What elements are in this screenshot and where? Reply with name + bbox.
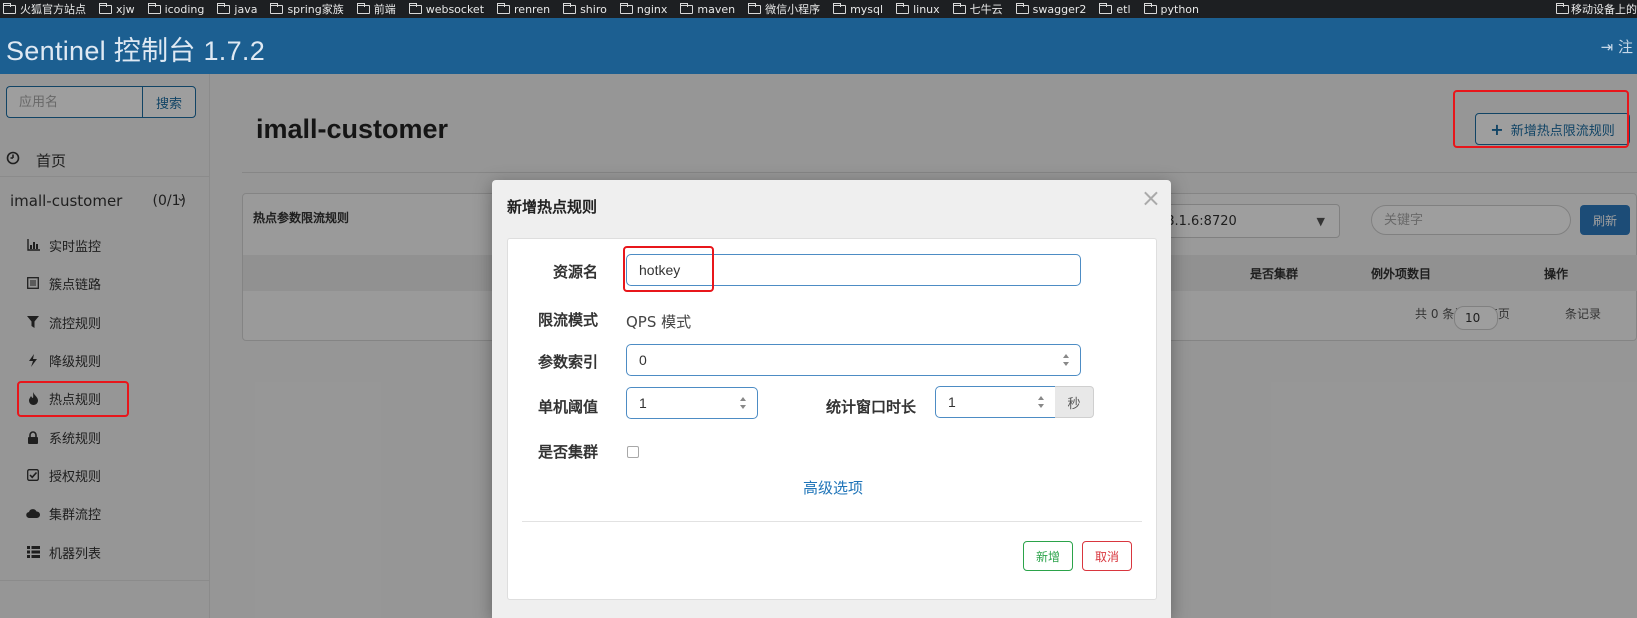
folder-icon xyxy=(270,2,284,14)
folder-icon xyxy=(1099,2,1113,14)
bookmark-item[interactable]: nginx xyxy=(619,2,667,16)
bookmark-item[interactable]: shiro xyxy=(563,2,607,16)
annotation-highlight xyxy=(623,246,714,292)
resource-name-label: 资源名 xyxy=(552,263,598,281)
bookmark-item[interactable]: spring家族 xyxy=(270,1,344,17)
bookmark-item[interactable]: 七牛云 xyxy=(952,1,1003,17)
dialog-form: 资源名 hotkey 限流模式 QPS 模式 参数索引 0 单机阈值 1 统计窗… xyxy=(507,238,1157,600)
window-duration-label: 统计窗口时长 xyxy=(825,398,916,416)
add-hotspot-rule-dialog: 新增热点规则 × 资源名 hotkey 限流模式 QPS 模式 参数索引 0 单… xyxy=(492,180,1171,618)
window-duration-input[interactable]: 1 xyxy=(935,386,1056,418)
folder-icon xyxy=(563,2,577,14)
advanced-options-link[interactable]: 高级选项 xyxy=(508,477,1158,498)
folder-icon xyxy=(1556,2,1569,14)
brand-title[interactable]: Sentinel 控制台 1.7.2 xyxy=(6,29,265,68)
dialog-title: 新增热点规则 xyxy=(507,198,598,216)
close-icon[interactable]: × xyxy=(1141,186,1161,210)
bookmark-item[interactable]: websocket xyxy=(408,2,484,16)
add-button[interactable]: 新增 xyxy=(1023,541,1073,571)
spinner-icon[interactable] xyxy=(1037,395,1045,409)
folder-icon xyxy=(619,2,633,14)
spinner-icon[interactable] xyxy=(1062,353,1070,367)
folder-icon xyxy=(147,2,161,14)
bookmark-item[interactable]: 微信小程序 xyxy=(748,1,820,17)
param-index-label: 参数索引 xyxy=(537,353,598,371)
folder-icon xyxy=(896,2,910,14)
cancel-button[interactable]: 取消 xyxy=(1082,541,1132,571)
folder-icon xyxy=(748,2,762,14)
folder-icon xyxy=(217,2,231,14)
bookmark-item[interactable]: linux xyxy=(896,2,940,16)
folder-icon xyxy=(497,2,511,14)
bookmark-item[interactable]: etl xyxy=(1099,2,1131,16)
bookmark-item[interactable]: swagger2 xyxy=(1015,2,1086,16)
param-index-input[interactable]: 0 xyxy=(626,344,1081,376)
folder-icon xyxy=(99,2,112,14)
dialog-divider xyxy=(522,521,1142,522)
bookmark-item[interactable]: renren xyxy=(497,2,550,16)
folder-icon xyxy=(833,2,847,14)
app-header: Sentinel 控制台 1.7.2 ⇥ 注 xyxy=(0,18,1637,74)
logout-link[interactable]: ⇥ 注 xyxy=(1601,36,1633,57)
folder-icon xyxy=(3,2,16,14)
mobile-bookmarks[interactable]: 移动设备上的 xyxy=(1556,0,1637,18)
threshold-label: 单机阈值 xyxy=(537,398,598,416)
folder-icon xyxy=(680,2,694,14)
bookmark-item[interactable]: python xyxy=(1143,2,1199,16)
cluster-checkbox[interactable] xyxy=(627,446,639,458)
folder-icon xyxy=(356,2,370,14)
bookmarks-bar: 火狐官方站点 xjw icoding java spring家族 前端 webs… xyxy=(0,0,1637,18)
sign-out-icon: ⇥ xyxy=(1600,38,1614,56)
annotation-highlight xyxy=(1453,90,1629,148)
folder-icon xyxy=(1143,2,1157,14)
bookmark-item[interactable]: 前端 xyxy=(356,1,396,17)
bookmark-item[interactable]: java xyxy=(217,2,257,16)
cluster-label: 是否集群 xyxy=(537,443,598,461)
bookmark-item[interactable]: 火狐官方站点 xyxy=(3,1,86,17)
bookmark-item[interactable]: mysql xyxy=(833,2,883,16)
folder-icon xyxy=(952,2,966,14)
threshold-input[interactable]: 1 xyxy=(626,387,758,419)
bookmark-item[interactable]: icoding xyxy=(147,2,204,16)
annotation-highlight xyxy=(17,381,129,417)
folder-icon xyxy=(408,2,422,14)
spinner-icon[interactable] xyxy=(739,396,747,410)
mode-label: 限流模式 xyxy=(537,311,598,329)
bookmark-item[interactable]: xjw xyxy=(99,2,135,16)
folder-icon xyxy=(1015,2,1029,14)
bookmark-item[interactable]: maven xyxy=(680,2,735,16)
window-unit-addon: 秒 xyxy=(1055,386,1094,418)
mode-value: QPS 模式 xyxy=(626,313,692,331)
